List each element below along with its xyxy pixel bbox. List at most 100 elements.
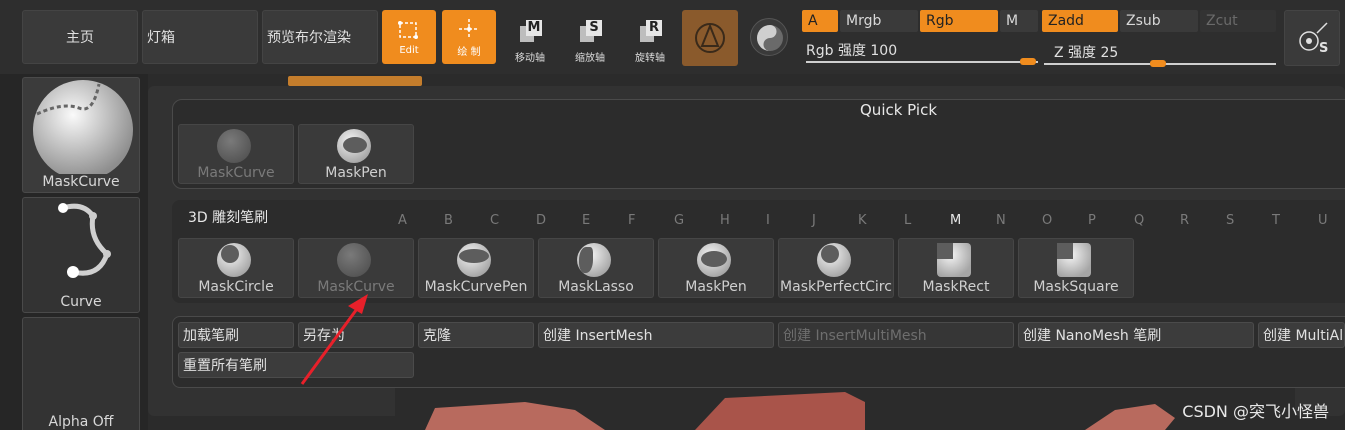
letter-filter[interactable]: S	[1226, 213, 1234, 228]
rotate-button[interactable]: R 旋转轴	[628, 12, 672, 64]
mask-shape	[821, 245, 839, 263]
item-label: MaskLasso	[558, 279, 634, 295]
brush-item[interactable]: MaskLasso	[538, 238, 654, 298]
edit-button[interactable]: Edit	[382, 10, 436, 64]
letter-filter[interactable]: I	[766, 213, 770, 228]
rgb-intensity-handle[interactable]	[1020, 58, 1036, 65]
z-intensity-handle[interactable]	[1150, 60, 1166, 67]
letter-filter[interactable]: F	[628, 213, 635, 228]
letter-filter[interactable]: O	[1042, 213, 1052, 228]
rgb-intensity-label: Rgb 强度 100	[806, 43, 898, 59]
mrgb-toggle[interactable]: Mrgb	[840, 10, 918, 32]
letter-filter[interactable]: T	[1272, 213, 1280, 228]
create-nanomesh-button[interactable]: 创建 NanoMesh 笔刷	[1018, 322, 1254, 348]
brush-item[interactable]: MaskCurvePen	[418, 238, 534, 298]
preview-bool-button[interactable]: 预览布尔渲染	[262, 10, 378, 64]
mask-shape	[221, 245, 239, 263]
letter-filter[interactable]: E	[582, 213, 590, 228]
letter-filter[interactable]: C	[490, 213, 499, 228]
draw-button[interactable]: 绘 制	[442, 10, 496, 64]
letter-filter[interactable]: G	[674, 213, 684, 228]
model-silhouette	[425, 392, 1175, 430]
move-icon: M	[516, 18, 544, 43]
material-sphere-icon	[695, 23, 725, 53]
maskcurve-icon	[217, 129, 251, 163]
viewport-model-preview	[395, 388, 1295, 430]
mask-shape	[701, 251, 727, 267]
brush-item[interactable]: MaskCircle	[178, 238, 294, 298]
brush-name: MaskCurve	[42, 174, 120, 190]
zcut-toggle[interactable]: Zcut	[1200, 10, 1276, 32]
a-toggle[interactable]: A	[802, 10, 838, 32]
brush-item[interactable]: MaskSquare	[1018, 238, 1134, 298]
home-button[interactable]: 主页	[22, 10, 138, 64]
item-label: MaskPen	[325, 165, 387, 181]
sculpt-brush-title: 3D 雕刻笔刷	[188, 210, 269, 226]
zsub-toggle[interactable]: Zsub	[1120, 10, 1198, 32]
edit-label: Edit	[399, 44, 419, 56]
yin-yang-icon	[757, 25, 783, 51]
brush-item-selected[interactable]: MaskCurve	[298, 238, 414, 298]
item-label: MaskPerfectCirc	[780, 279, 892, 295]
scale-icon: S	[576, 18, 604, 43]
maskcurve-icon	[337, 243, 371, 277]
letter-filter[interactable]: P	[1088, 213, 1096, 228]
alpha-name: Alpha Off	[48, 414, 114, 430]
top-toolbar: 主页 灯箱 预览布尔渲染 Edit 绘 制 M 移动轴 S 缩放轴 R 旋转轴	[0, 0, 1345, 74]
letter-filter[interactable]: H	[720, 213, 730, 228]
symmetry-letter: S	[1319, 41, 1329, 56]
move-button[interactable]: M 移动轴	[508, 12, 552, 64]
mask-shape	[937, 243, 953, 259]
letter-filter[interactable]: U	[1318, 213, 1328, 228]
move-label: 移动轴	[515, 53, 545, 64]
alpha-thumbnail[interactable]: Alpha Off	[22, 317, 140, 430]
clone-button[interactable]: 克隆	[418, 322, 534, 348]
watermark: CSDN @突飞小怪兽	[1182, 402, 1329, 421]
brush-item[interactable]: MaskRect	[898, 238, 1014, 298]
maskcurve-brush-icon	[33, 80, 133, 174]
item-label: MaskCircle	[198, 279, 274, 295]
mask-shape	[579, 247, 593, 273]
create-insertmultimesh-button[interactable]: 创建 InsertMultiMesh	[778, 322, 1014, 348]
scale-button[interactable]: S 缩放轴	[568, 12, 612, 64]
letter-filter[interactable]: R	[1180, 213, 1189, 228]
draw-icon	[459, 18, 479, 39]
load-brush-button[interactable]: 加载笔刷	[178, 322, 294, 348]
letter-filter-active[interactable]: M	[950, 213, 961, 228]
letter-filter[interactable]: B	[444, 213, 453, 228]
annotation-arrow	[300, 294, 368, 385]
letter-filter[interactable]: J	[812, 213, 816, 228]
stroke-thumbnail[interactable]: Curve	[22, 197, 140, 313]
letter-filter[interactable]: L	[904, 213, 911, 228]
letter-filter[interactable]: K	[858, 213, 867, 228]
symmetry-button[interactable]: S	[1284, 10, 1340, 66]
letter-filter[interactable]: A	[398, 213, 407, 228]
draw-label: 绘 制	[457, 46, 481, 58]
brush-item[interactable]: MaskPerfectCirc	[778, 238, 894, 298]
lightbox-button[interactable]: 灯箱	[142, 10, 258, 64]
item-label: MaskSquare	[1033, 279, 1119, 295]
quick-pick-item[interactable]: MaskCurve	[178, 124, 294, 184]
create-insertmesh-button[interactable]: 创建 InsertMesh	[538, 322, 774, 348]
rgb-intensity-slider[interactable]	[806, 61, 1038, 63]
item-label: MaskCurve	[197, 165, 275, 181]
z-intensity-label: Z 强度 25	[1054, 45, 1119, 61]
material-sphere-button[interactable]	[682, 10, 738, 66]
item-label: MaskCurvePen	[424, 279, 528, 295]
rotate-icon: R	[636, 18, 664, 43]
active-tab-indicator	[288, 76, 422, 86]
zadd-toggle[interactable]: Zadd	[1042, 10, 1118, 32]
quick-pick-item[interactable]: MaskPen	[298, 124, 414, 184]
sphere-toggle-button[interactable]	[750, 18, 788, 56]
scale-label: 缩放轴	[575, 53, 605, 64]
brush-item[interactable]: MaskPen	[658, 238, 774, 298]
letter-filter[interactable]: Q	[1134, 213, 1144, 228]
create-multialpha-button[interactable]: 创建 MultiAl	[1258, 322, 1345, 348]
letter-filter[interactable]: N	[996, 213, 1006, 228]
current-brush-thumbnail[interactable]: MaskCurve	[22, 77, 140, 193]
rgb-toggle[interactable]: Rgb	[920, 10, 998, 32]
stroke-name: Curve	[60, 294, 102, 310]
symmetry-icon	[1299, 22, 1328, 51]
letter-filter[interactable]: D	[536, 213, 546, 228]
m-toggle[interactable]: M	[1000, 10, 1038, 32]
